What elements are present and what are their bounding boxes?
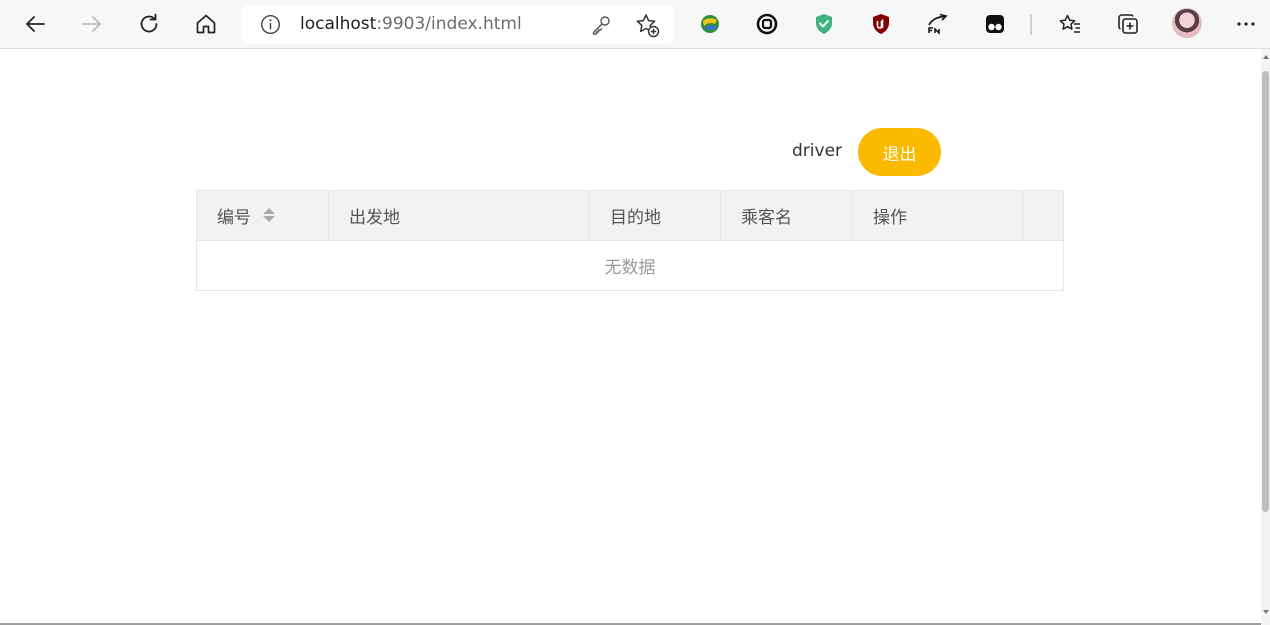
extension-idm-button[interactable] — [692, 6, 728, 42]
address-bar[interactable]: localhost:9903/index.html — [242, 5, 673, 44]
column-header-label: 编号 — [217, 208, 251, 228]
extension-ublock-button[interactable] — [863, 6, 899, 42]
refresh-icon — [140, 13, 158, 33]
extension-tampermonkey-button[interactable] — [977, 6, 1013, 42]
more-button[interactable] — [1228, 6, 1264, 42]
profile-avatar[interactable] — [1172, 8, 1202, 38]
home-icon — [196, 14, 216, 34]
scroll-down-arrow-icon[interactable] — [1263, 610, 1269, 614]
address-path: :9903/index.html — [376, 14, 522, 34]
column-header-departure: 出发地 — [329, 191, 590, 240]
column-header-extra — [1023, 191, 1063, 240]
more-icon — [1237, 22, 1255, 26]
address-url[interactable]: localhost:9903/index.html — [300, 14, 522, 35]
site-info-icon[interactable] — [260, 14, 281, 35]
column-header-label: 操作 — [873, 208, 907, 228]
column-header-id[interactable]: 编号 — [197, 191, 329, 240]
extension-idm-icon — [701, 15, 719, 33]
scroll-thumb[interactable] — [1262, 71, 1269, 512]
password-key-icon[interactable] — [590, 14, 612, 36]
extension-ublock-icon — [873, 14, 889, 34]
column-header-passenger: 乘客名 — [721, 191, 853, 240]
extension-tampermonkey-icon — [986, 15, 1004, 33]
collections-button[interactable] — [1110, 6, 1146, 42]
browser-toolbar: localhost:9903/index.html — [0, 0, 1270, 49]
sort-icon[interactable] — [263, 207, 275, 224]
extension-link-icon — [756, 13, 778, 35]
column-header-label: 出发地 — [349, 208, 400, 228]
column-header-destination: 目的地 — [590, 191, 721, 240]
forward-button[interactable] — [74, 6, 110, 42]
add-favorite-icon[interactable] — [634, 12, 660, 38]
column-header-label: 乘客名 — [741, 208, 792, 228]
orders-table: 编号 出发地 目的地 乘客名 操作 无数据 — [196, 190, 1064, 291]
empty-placeholder: 无数据 — [604, 258, 656, 278]
extension-shield-button[interactable] — [806, 6, 842, 42]
extension-translate-button[interactable] — [920, 6, 956, 42]
logout-button[interactable]: 退出 — [858, 128, 941, 176]
extension-shield-icon — [816, 14, 832, 34]
scroll-up-arrow-icon[interactable] — [1263, 55, 1269, 59]
table-header: 编号 出发地 目的地 乘客名 操作 — [197, 191, 1063, 241]
column-header-actions: 操作 — [853, 191, 1023, 240]
extension-link-button[interactable] — [749, 6, 785, 42]
favorites-button[interactable] — [1052, 6, 1088, 42]
current-username: driver — [792, 141, 843, 161]
column-header-label: 目的地 — [610, 208, 661, 228]
back-button[interactable] — [17, 6, 53, 42]
forward-icon — [82, 16, 101, 32]
extension-translate-icon — [928, 13, 948, 35]
favorites-icon — [1059, 14, 1080, 33]
page-scrollbar[interactable] — [1261, 49, 1270, 625]
back-icon — [26, 16, 45, 32]
address-host: localhost — [300, 14, 377, 34]
home-button[interactable] — [188, 6, 224, 42]
toolbar-separator — [1030, 14, 1032, 35]
collections-icon — [1118, 14, 1138, 34]
refresh-button[interactable] — [131, 6, 167, 42]
